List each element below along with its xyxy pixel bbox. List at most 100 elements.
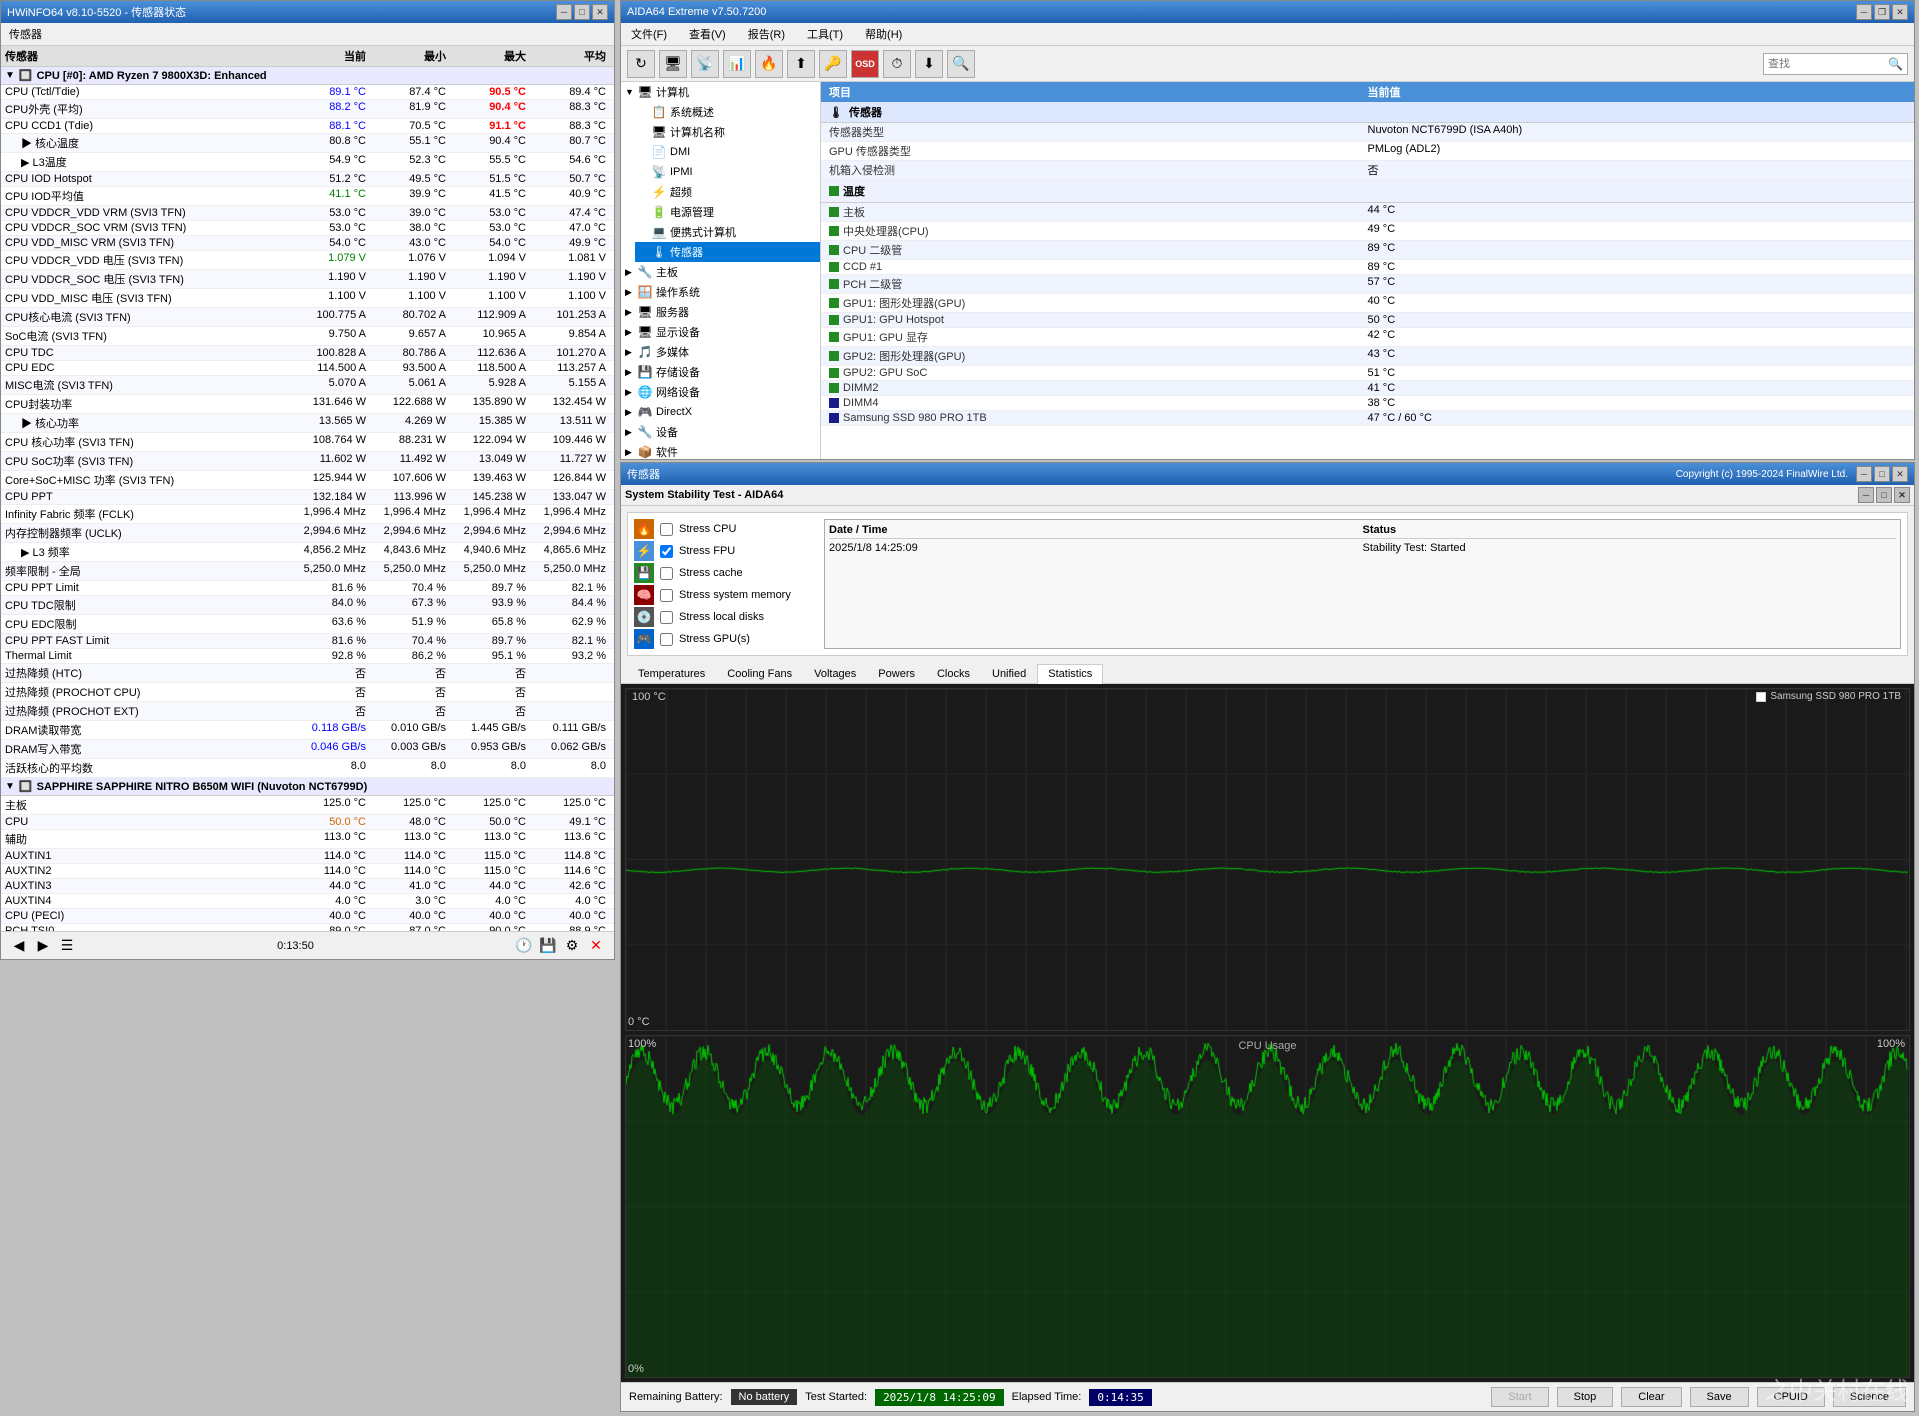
tree-item-multimedia[interactable]: ▶ 🎵 多媒体 — [621, 342, 820, 362]
statusbar-gear-icon[interactable]: ⚙ — [562, 936, 582, 956]
tree-item-dmi[interactable]: 📄 DMI — [635, 142, 820, 162]
sensors-restore-btn[interactable]: □ — [1874, 466, 1890, 482]
col-max: 最大 — [450, 48, 530, 64]
stability-close-btn[interactable]: ✕ — [1894, 487, 1910, 503]
tree-item-computername[interactable]: 🖥 计算机名称 — [635, 122, 820, 142]
sensors-close-btn[interactable]: ✕ — [1892, 466, 1908, 482]
cpuid-button[interactable]: CPUID — [1757, 1387, 1825, 1407]
search-input[interactable] — [1768, 58, 1888, 70]
toolbar-download-btn[interactable]: ⬇ — [915, 50, 943, 78]
sensor-row: CPU VDD_MISC 电压 (SVI3 TFN)1.100 V1.100 V… — [1, 289, 614, 308]
statusbar-close-icon[interactable]: ✕ — [586, 936, 606, 956]
tree-item-powermgmt[interactable]: 🔋 电源管理 — [635, 202, 820, 222]
tree-item-server[interactable]: ▶ 🖥 服务器 — [621, 302, 820, 322]
toolbar-flame-btn[interactable]: 🔥 — [755, 50, 783, 78]
tree-item-mobo[interactable]: ▶ 🔧 主板 — [621, 262, 820, 282]
cpu-group-header[interactable]: ▼ 🔲 CPU [#0]: AMD Ryzen 7 9800X3D: Enhan… — [1, 67, 614, 85]
temp-row-gpu1vram: GPU1: GPU 显存 42 °C — [821, 328, 1914, 347]
aida-menu-view[interactable]: 查看(V) — [685, 25, 730, 43]
hwinfo-maximize-btn[interactable]: □ — [574, 4, 590, 20]
toolbar-computer-btn[interactable]: 🖥 — [659, 50, 687, 78]
statusbar-left-icons: ◀ ▶ ☰ — [9, 936, 77, 956]
stability-minimize-btn[interactable]: ─ — [1858, 487, 1874, 503]
stress-gpu-checkbox[interactable] — [660, 633, 673, 646]
tree-item-os[interactable]: ▶ 🪟 操作系统 — [621, 282, 820, 302]
col-sensor: 传感器 — [5, 48, 290, 64]
toolbar-osd-btn[interactable]: OSD — [851, 50, 879, 78]
aida-minimize-btn[interactable]: ─ — [1856, 4, 1872, 20]
toolbar-search-box[interactable]: 🔍 — [1763, 53, 1908, 75]
mobo-group-header[interactable]: ▼ 🔲 SAPPHIRE SAPPHIRE NITRO B650M WIFI (… — [1, 778, 614, 796]
tab-clocks[interactable]: Clocks — [926, 664, 981, 683]
aida-menu-file[interactable]: 文件(F) — [627, 25, 671, 43]
tree-item-software[interactable]: ▶ 📦 软件 — [621, 442, 820, 459]
tab-voltages[interactable]: Voltages — [803, 664, 867, 683]
tab-unified[interactable]: Unified — [981, 664, 1037, 683]
aida-restore-btn[interactable]: ❐ — [1874, 4, 1890, 20]
chart1-max-label: 100 °C — [628, 691, 670, 703]
tree-label-computer: 计算机 — [656, 84, 689, 100]
tab-cooling-fans[interactable]: Cooling Fans — [716, 664, 803, 683]
search-icon: 🔍 — [1888, 57, 1903, 71]
statusbar-menu-icon[interactable]: ☰ — [57, 936, 77, 956]
start-button[interactable]: Start — [1491, 1387, 1548, 1407]
toolbar-clock-btn[interactable]: ⏱ — [883, 50, 911, 78]
toolbar-refresh-btn[interactable]: ↻ — [627, 50, 655, 78]
tree-item-directx[interactable]: ▶ 🎮 DirectX — [621, 402, 820, 422]
toolbar-search-btn[interactable]: 🔍 — [947, 50, 975, 78]
aida-content: ▼ 🖥 计算机 📋 系统概述 🖥 计算机名称 📄 DMI — [621, 82, 1914, 459]
aida-menu-bar: 文件(F) 查看(V) 报告(R) 工具(T) 帮助(H) — [621, 23, 1914, 46]
tree-item-overview[interactable]: 📋 系统概述 — [635, 102, 820, 122]
tab-powers[interactable]: Powers — [867, 664, 926, 683]
hwinfo-close-btn[interactable]: ✕ — [592, 4, 608, 20]
chart-cpu-usage: 100% CPU Usage 100% 0% — [625, 1035, 1910, 1378]
hwinfo-window: HWiNFO64 v8.10-5520 - 传感器状态 ─ □ ✕ 传感器 传感… — [0, 0, 615, 960]
devices-icon: 🔧 — [637, 424, 653, 440]
toolbar-benchmark-btn[interactable]: 📊 — [723, 50, 751, 78]
aida-menu-help[interactable]: 帮助(H) — [861, 25, 906, 43]
stress-disks-checkbox[interactable] — [660, 611, 673, 624]
sensors-minimize-btn[interactable]: ─ — [1856, 466, 1872, 482]
aida-menu-report[interactable]: 报告(R) — [744, 25, 789, 43]
aida-close-btn[interactable]: ✕ — [1892, 4, 1908, 20]
tree-item-devices[interactable]: ▶ 🔧 设备 — [621, 422, 820, 442]
log-datetime-0: 2025/1/8 14:25:09 — [829, 542, 1363, 554]
stress-cpu-checkbox[interactable] — [660, 523, 673, 536]
sensor-row: CPU VDD_MISC VRM (SVI3 TFN)54.0 °C43.0 °… — [1, 236, 614, 251]
tree-item-display[interactable]: ▶ 🖥 显示设备 — [621, 322, 820, 342]
toolbar-arrow-btn[interactable]: ⬆ — [787, 50, 815, 78]
stress-cache-checkbox[interactable] — [660, 567, 673, 580]
tree-item-portable[interactable]: 💻 便携式计算机 — [635, 222, 820, 242]
hwinfo-statusbar: ◀ ▶ ☰ 0:13:50 🕐 💾 ⚙ ✕ — [1, 931, 614, 959]
stress-memory-checkbox[interactable] — [660, 589, 673, 602]
stability-restore-btn[interactable]: □ — [1876, 487, 1892, 503]
tree-item-overclock[interactable]: ⚡ 超频 — [635, 182, 820, 202]
hwinfo-menu-sensors[interactable]: 传感器 — [5, 25, 46, 43]
computername-icon: 🖥 — [651, 124, 667, 140]
sensors-icon: 🌡 — [651, 244, 667, 260]
stop-button[interactable]: Stop — [1557, 1387, 1614, 1407]
stress-disks-icon: 💿 — [634, 607, 654, 627]
science-button[interactable]: Science — [1833, 1387, 1906, 1407]
save-button[interactable]: Save — [1690, 1387, 1749, 1407]
aida-menu-tools[interactable]: 工具(T) — [803, 25, 847, 43]
tab-temperatures[interactable]: Temperatures — [627, 664, 716, 683]
statusbar-forward-icon[interactable]: ▶ — [33, 936, 53, 956]
tree-item-sensors[interactable]: 🌡 传感器 — [635, 242, 820, 262]
tree-item-computer[interactable]: ▼ 🖥 计算机 — [621, 82, 820, 102]
overclock-icon: ⚡ — [651, 184, 667, 200]
toolbar-key-btn[interactable]: 🔑 — [819, 50, 847, 78]
stress-cache-label: Stress cache — [679, 567, 743, 579]
statusbar-clock-icon[interactable]: 🕐 — [514, 936, 534, 956]
tab-statistics[interactable]: Statistics — [1037, 664, 1103, 684]
sensor-row: CPU VDDCR_VDD 电压 (SVI3 TFN)1.079 V1.076 … — [1, 251, 614, 270]
toolbar-network-btn[interactable]: 📡 — [691, 50, 719, 78]
tree-item-network[interactable]: ▶ 🌐 网络设备 — [621, 382, 820, 402]
clear-button[interactable]: Clear — [1621, 1387, 1681, 1407]
statusbar-save-icon[interactable]: 💾 — [538, 936, 558, 956]
stress-fpu-checkbox[interactable] — [660, 545, 673, 558]
tree-item-ipmi[interactable]: 📡 IPMI — [635, 162, 820, 182]
hwinfo-minimize-btn[interactable]: ─ — [556, 4, 572, 20]
tree-item-storage[interactable]: ▶ 💾 存储设备 — [621, 362, 820, 382]
statusbar-back-icon[interactable]: ◀ — [9, 936, 29, 956]
